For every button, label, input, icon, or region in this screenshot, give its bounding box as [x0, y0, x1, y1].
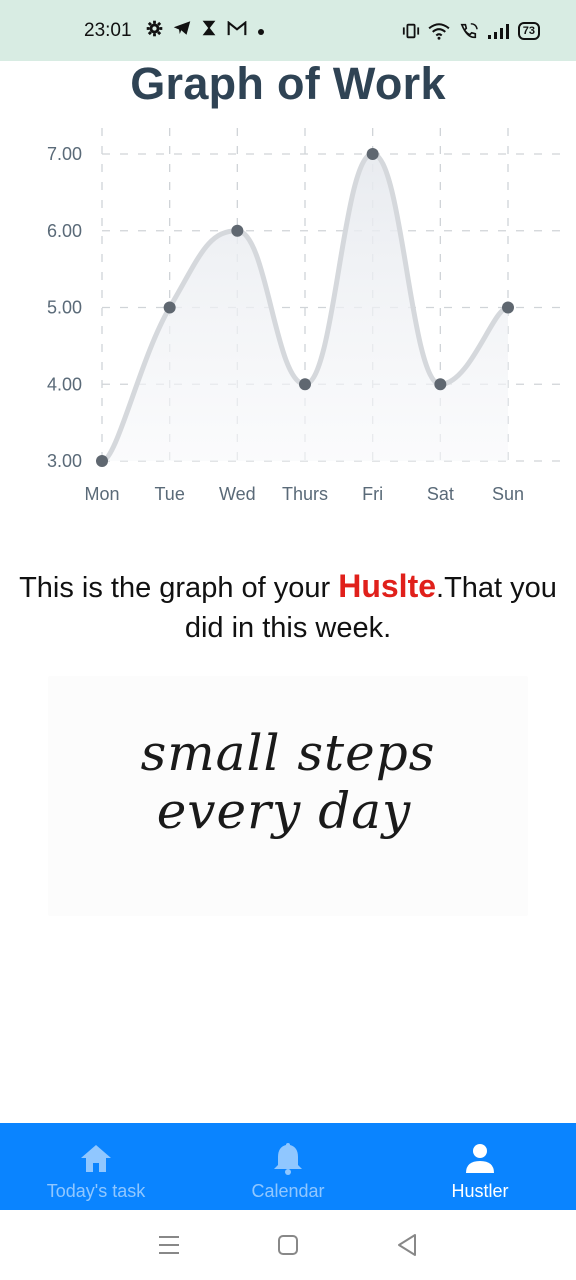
- x-tick-label: Tue: [154, 484, 184, 504]
- x-tick-label: Sun: [492, 484, 524, 504]
- status-time: 23:01: [84, 19, 132, 41]
- bell-icon: [272, 1141, 304, 1175]
- x-tick-label: Mon: [84, 484, 119, 504]
- data-point: [163, 301, 176, 314]
- y-tick-label: 3.00: [47, 451, 82, 471]
- home-icon: [79, 1141, 113, 1175]
- wifi-calling-icon: [458, 22, 480, 40]
- person-icon: [465, 1141, 495, 1175]
- data-point: [434, 378, 447, 391]
- chart-canvas: 7.00 6.00 5.00 4.00 3.00Mon Tue Wed Thurs Fri Sat…: [47, 128, 570, 504]
- motivation-image: small steps every day: [48, 676, 528, 916]
- recents-icon[interactable]: [149, 1225, 189, 1265]
- status-bar: 23:01 73: [0, 0, 576, 61]
- data-point: [96, 455, 108, 467]
- y-tick-label: 4.00: [47, 374, 82, 394]
- vibrate-icon: [402, 22, 420, 40]
- data-point: [231, 224, 244, 237]
- graph-caption: This is the graph of your Huslte.That yo…: [0, 566, 576, 648]
- battery-icon: 73: [517, 21, 540, 40]
- home-button-icon[interactable]: [268, 1225, 308, 1265]
- signal-icon: [487, 23, 510, 39]
- dot-icon: [257, 21, 265, 41]
- data-point: [299, 378, 311, 391]
- nav-item-calendar[interactable]: Calendar: [192, 1123, 384, 1210]
- y-tick-label: 7.00: [47, 144, 82, 164]
- nav-label: Hustler: [451, 1181, 509, 1201]
- quote-line-2: every day: [157, 782, 412, 840]
- back-icon[interactable]: [387, 1225, 427, 1265]
- caption-highlight: Huslte: [338, 568, 437, 604]
- work-line-chart: 7.00 6.00 5.00 4.00 3.00 Mon Tue Wed Thurs Fri Sat…: [0, 120, 576, 520]
- x-tick-label: Wed: [219, 484, 256, 504]
- caption-text-start: This is the graph of your: [19, 572, 339, 604]
- wifi-icon: [428, 22, 450, 40]
- page-title: Graph of Work: [130, 58, 446, 109]
- x-tick-label: Thurs: [282, 484, 328, 504]
- bottom-navigation: Today's task Calendar Hustler: [0, 1123, 576, 1210]
- hourglass-icon: [201, 20, 217, 41]
- y-tick-label: 5.00: [47, 298, 82, 318]
- telegram-icon: [173, 20, 191, 41]
- x-tick-label: Fri: [362, 484, 383, 504]
- nav-label: Today's task: [46, 1181, 146, 1201]
- nav-label: Calendar: [251, 1181, 325, 1201]
- nav-item-todays-task[interactable]: Today's task: [0, 1123, 192, 1210]
- system-status-icons: 73: [402, 21, 540, 40]
- system-navigation-bar: [0, 1210, 576, 1280]
- gmail-icon: [227, 19, 247, 41]
- y-tick-label: 6.00: [47, 221, 82, 241]
- quote-line-1: small steps: [141, 724, 436, 782]
- nav-item-hustler[interactable]: Hustler: [384, 1123, 576, 1210]
- settings-icon: [146, 20, 163, 42]
- data-point: [502, 301, 514, 314]
- notification-icons: [146, 19, 265, 42]
- data-point: [366, 148, 379, 160]
- x-tick-label: Sat: [427, 484, 454, 504]
